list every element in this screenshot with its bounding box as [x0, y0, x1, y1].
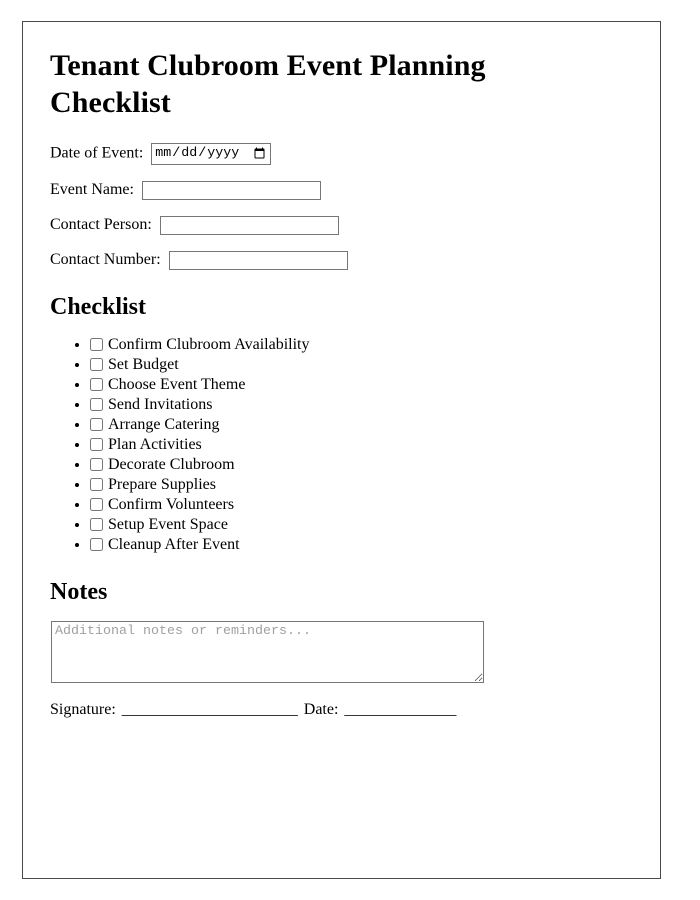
contact-number-input[interactable] [168, 250, 348, 270]
checklist-item: Confirm Clubroom Availability [90, 335, 632, 355]
checklist-item-label: Plan Activities [108, 436, 202, 454]
contact-person-input[interactable] [159, 215, 339, 235]
checklist-item: Plan Activities [90, 435, 632, 455]
label-contact-number: Contact Number: [50, 250, 161, 268]
notes-heading: Notes [50, 579, 108, 606]
checklist-checkbox[interactable] [90, 338, 103, 352]
checklist-checkbox[interactable] [90, 478, 103, 492]
checklist-checkbox[interactable] [90, 418, 103, 432]
page-title: Tenant Clubroom Event Planning Checklist [50, 49, 486, 119]
checklist-item-label: Send Invitations [108, 396, 213, 414]
checklist-item: Arrange Catering [90, 415, 632, 435]
checklist-item: Send Invitations [90, 395, 632, 415]
checklist-checkbox[interactable] [90, 518, 103, 532]
checklist-item: Choose Event Theme [90, 375, 632, 395]
checklist-item: Cleanup After Event [90, 535, 632, 555]
checklist-item-label: Prepare Supplies [108, 476, 216, 494]
checklist-checkbox[interactable] [90, 538, 103, 552]
field-row-event-name: Event Name: [50, 180, 632, 200]
checklist-heading: Checklist [50, 293, 146, 320]
checklist-checkbox[interactable] [90, 458, 103, 472]
checklist-item: Setup Event Space [90, 515, 632, 535]
checklist-checkbox[interactable] [90, 378, 103, 392]
label-date-of-event: Date of Event: [50, 144, 144, 162]
checklist-item-label: Set Budget [108, 356, 179, 374]
document-page: Tenant Clubroom Event Planning Checklist… [22, 21, 661, 879]
checklist-item: Prepare Supplies [90, 475, 632, 495]
checklist-checkbox[interactable] [90, 398, 103, 412]
field-row-contact-person: Contact Person: [50, 215, 632, 235]
label-contact-person: Contact Person: [50, 215, 152, 233]
notes-textarea[interactable] [51, 620, 484, 683]
checklist-item-label: Cleanup After Event [108, 536, 240, 554]
field-row-date-of-event: Date of Event: [50, 143, 632, 165]
checklist-item-label: Decorate Clubroom [108, 456, 235, 474]
checklist-item-label: Arrange Catering [108, 416, 220, 434]
checklist-checkbox[interactable] [90, 498, 103, 512]
checklist-item-label: Confirm Volunteers [108, 496, 235, 514]
checklist-item: Set Budget [90, 355, 632, 375]
checklist-checkbox[interactable] [90, 438, 103, 452]
document-body: Tenant Clubroom Event Planning Checklist… [23, 22, 660, 719]
checklist-item-label: Confirm Clubroom Availability [108, 336, 310, 354]
date-blank-line[interactable]: ______________ [344, 701, 456, 718]
checklist-item-label: Setup Event Space [108, 516, 228, 534]
label-event-name: Event Name: [50, 180, 134, 198]
checklist-item: Decorate Clubroom [90, 455, 632, 475]
signature-label: Signature: [50, 700, 116, 718]
checklist-item-label: Choose Event Theme [108, 376, 246, 394]
checklist-item: Confirm Volunteers [90, 495, 632, 515]
signature-blank-line[interactable]: ______________________ [122, 701, 298, 718]
date-of-event-input[interactable] [151, 143, 272, 165]
field-row-contact-number: Contact Number: [50, 250, 632, 270]
checklist-checkbox[interactable] [90, 358, 103, 372]
date-label: Date: [303, 700, 339, 718]
signature-row: Signature: ______________________ Date: ___… [50, 701, 632, 719]
checklist-list: Confirm Clubroom Availability Set Budget C… [50, 335, 632, 555]
event-name-input[interactable] [141, 180, 321, 200]
